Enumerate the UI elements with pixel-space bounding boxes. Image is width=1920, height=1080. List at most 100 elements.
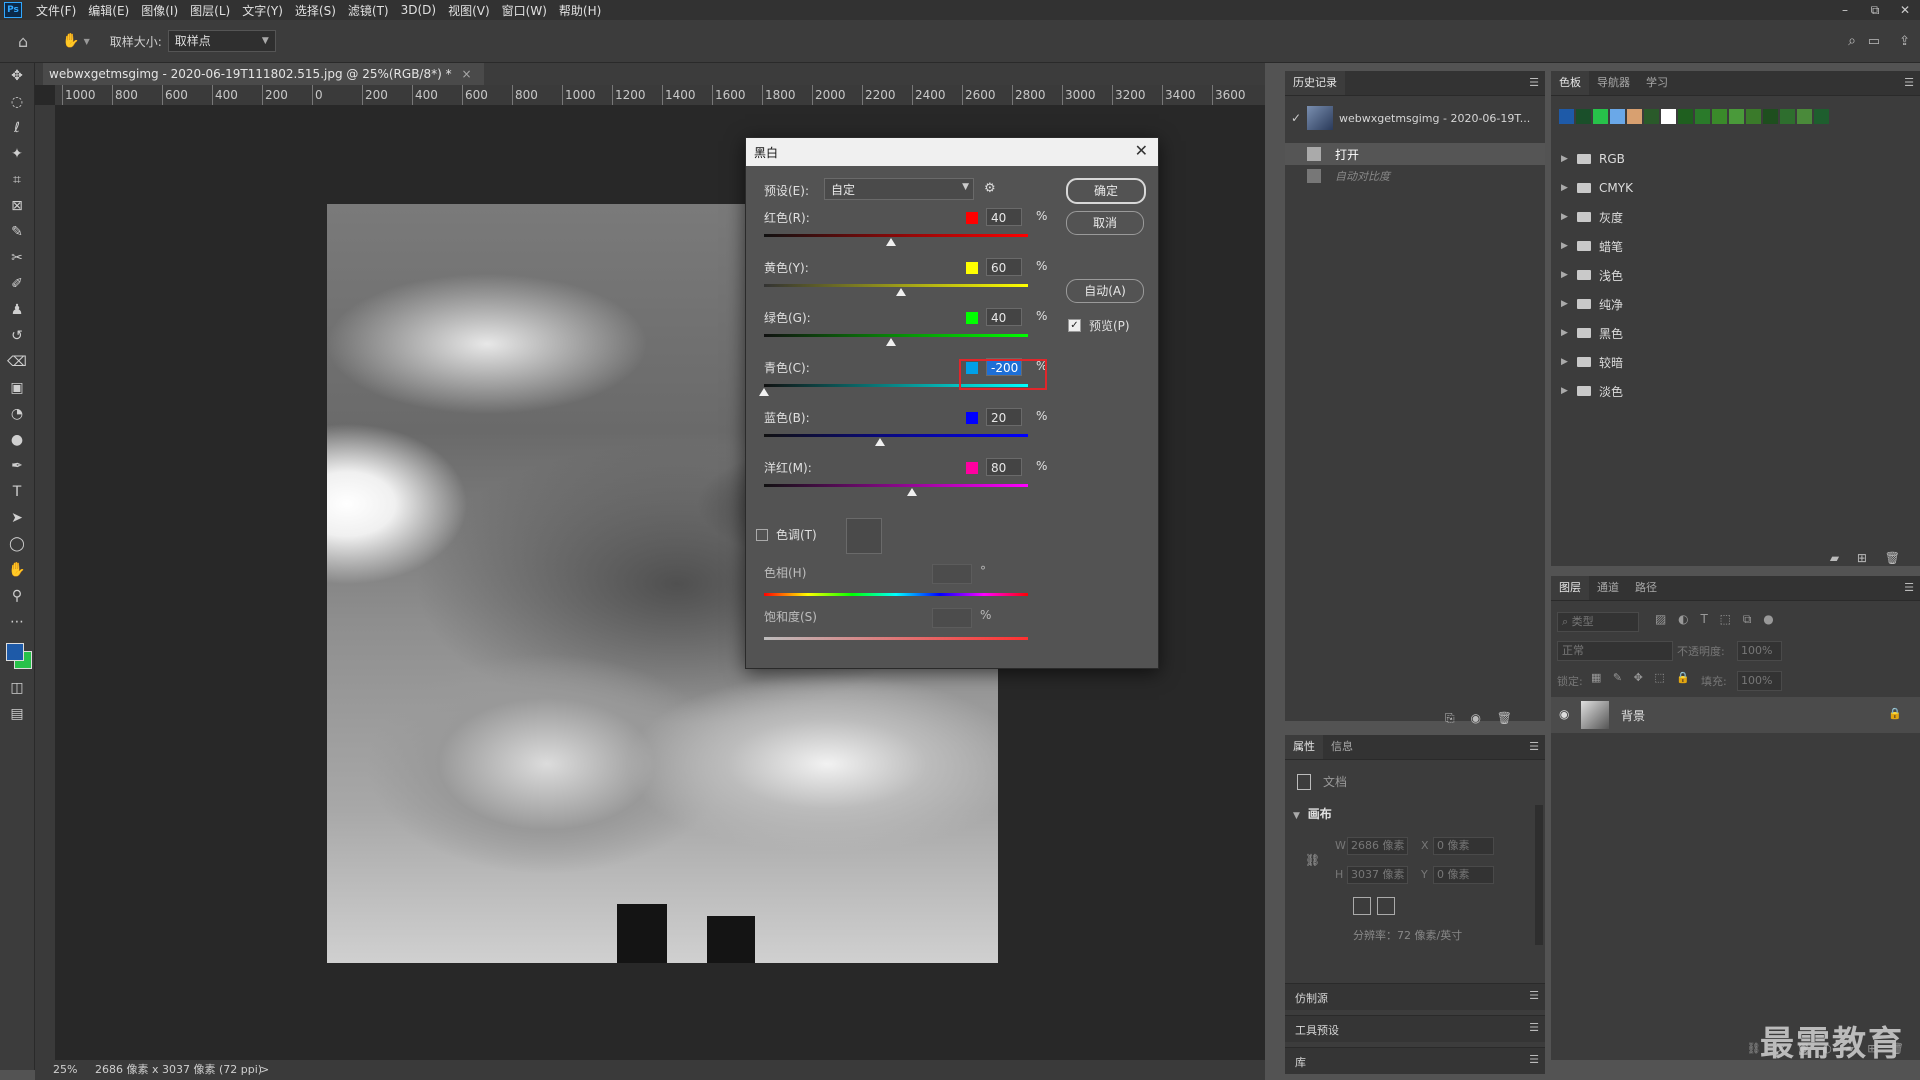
- properties-scrollbar[interactable]: [1535, 805, 1543, 945]
- lock-artboard-icon[interactable]: ⬚: [1654, 671, 1664, 684]
- menu-3d[interactable]: 3D(D): [395, 3, 442, 17]
- canvas-x-field[interactable]: 0 像素: [1433, 837, 1494, 855]
- opacity-field[interactable]: 100%: [1737, 641, 1782, 661]
- color-swatch[interactable]: [1661, 109, 1676, 124]
- portrait-orientation-icon[interactable]: [1353, 897, 1371, 915]
- tab-swatches[interactable]: 色板: [1551, 71, 1589, 95]
- lock-all-icon[interactable]: 🔒: [1676, 671, 1690, 684]
- swatch-group[interactable]: ▶ 蜡笔: [1561, 234, 1623, 258]
- link-icon[interactable]: ⛓: [1305, 853, 1320, 867]
- quick-mask-icon[interactable]: ◫: [0, 675, 34, 701]
- frame-tool-icon[interactable]: ⊠: [0, 193, 34, 219]
- type-tool-icon[interactable]: T: [0, 479, 34, 505]
- slider-thumb[interactable]: [906, 488, 917, 496]
- link-layers-icon[interactable]: ⛓: [1747, 1042, 1761, 1055]
- restore-button[interactable]: ⧉: [1860, 0, 1890, 20]
- preview-option[interactable]: ✓ 预览(P): [1068, 317, 1130, 334]
- chevron-right-icon[interactable]: ▶: [1561, 241, 1573, 251]
- color-swatch[interactable]: [1712, 109, 1727, 124]
- tint-checkbox[interactable]: [756, 528, 768, 541]
- swatch-group[interactable]: ▶ 纯净: [1561, 292, 1623, 316]
- menu-view[interactable]: 视图(V): [442, 2, 496, 19]
- canvas-width-field[interactable]: 2686 像素: [1347, 837, 1408, 855]
- menu-window[interactable]: 窗口(W): [496, 2, 553, 19]
- tab-learn[interactable]: 学习: [1638, 71, 1676, 95]
- color-swatch[interactable]: [1576, 109, 1591, 124]
- crop-tool-icon[interactable]: ⌗: [0, 167, 34, 193]
- tab-history[interactable]: 历史记录: [1285, 71, 1345, 95]
- panel-menu-icon[interactable]: ☰: [1529, 1053, 1539, 1066]
- pen-tool-icon[interactable]: ✒: [0, 453, 34, 479]
- slider-value-field[interactable]: 60: [986, 258, 1022, 276]
- trash-icon[interactable]: 🗑: [1885, 551, 1900, 565]
- slider-thumb[interactable]: [759, 388, 769, 396]
- workspace-icon[interactable]: ▭: [1868, 34, 1880, 49]
- chevron-right-icon[interactable]: ▶: [1561, 154, 1573, 164]
- color-swatch[interactable]: [1644, 109, 1659, 124]
- history-step[interactable]: 自动对比度: [1285, 165, 1545, 187]
- close-icon[interactable]: ✕: [1135, 141, 1148, 160]
- canvas-section-header[interactable]: ▼ 画布: [1293, 805, 1332, 822]
- visibility-eye-icon[interactable]: ◉: [1559, 707, 1569, 721]
- foreground-color-swatch[interactable]: [6, 643, 24, 661]
- new-swatch-icon[interactable]: ⊞: [1857, 551, 1867, 565]
- preset-select[interactable]: 自定 ▼: [824, 178, 974, 200]
- cancel-button[interactable]: 取消: [1066, 211, 1144, 235]
- color-swatch[interactable]: [1814, 109, 1829, 124]
- tool-presets-panel[interactable]: 工具预设 ☰: [1285, 1015, 1545, 1042]
- slider-thumb[interactable]: [885, 238, 896, 246]
- new-document-from-state-icon[interactable]: ⎘: [1445, 711, 1455, 725]
- stamp-tool-icon[interactable]: ♟: [0, 297, 34, 323]
- swatch-group[interactable]: ▶ 较暗: [1561, 350, 1623, 374]
- saturation-field[interactable]: [932, 608, 972, 628]
- library-panel[interactable]: 库 ☰: [1285, 1047, 1545, 1074]
- swatch-group[interactable]: ▶ 黑色: [1561, 321, 1623, 345]
- layer-filter-select[interactable]: ⌕ 类型: [1557, 612, 1639, 632]
- color-swatch[interactable]: [1593, 109, 1608, 124]
- more-tools-icon[interactable]: ⋯: [0, 609, 34, 635]
- hue-slider-track[interactable]: [764, 593, 1028, 596]
- new-group-icon[interactable]: ▰: [1830, 551, 1839, 565]
- color-swatch[interactable]: [1678, 109, 1693, 124]
- screen-mode-icon[interactable]: ▤: [0, 701, 34, 727]
- slider-value-field[interactable]: 20: [986, 408, 1022, 426]
- home-icon[interactable]: ⌂: [18, 32, 28, 51]
- swatch-group[interactable]: ▶ CMYK: [1561, 176, 1633, 200]
- hand-tool-icon[interactable]: ✋: [0, 557, 34, 583]
- slider-track[interactable]: [764, 334, 1028, 337]
- swatch-group[interactable]: ▶ 灰度: [1561, 205, 1623, 229]
- chevron-right-icon[interactable]: ▶: [1561, 270, 1573, 280]
- slider-track[interactable]: [764, 484, 1028, 487]
- slider-value-field[interactable]: 40: [986, 208, 1022, 226]
- color-swatch[interactable]: [1797, 109, 1812, 124]
- chevron-right-icon[interactable]: ▶: [1561, 183, 1573, 193]
- document-tab[interactable]: webwxgetmsgimg - 2020-06-19T111802.515.j…: [43, 63, 484, 85]
- lock-paint-icon[interactable]: ✎: [1613, 671, 1622, 684]
- ellipse-tool-icon[interactable]: ◯: [0, 531, 34, 557]
- image-filter-icon[interactable]: ▨: [1655, 612, 1666, 626]
- close-tab-icon[interactable]: ×: [461, 67, 471, 81]
- type-filter-icon[interactable]: T: [1700, 612, 1707, 626]
- sample-size-select[interactable]: 取样点 ▼: [167, 30, 276, 52]
- slider-thumb[interactable]: [896, 288, 907, 296]
- menu-filter[interactable]: 滤镜(T): [342, 2, 395, 19]
- dodge-tool-icon[interactable]: ●: [0, 427, 34, 453]
- magic-wand-tool-icon[interactable]: ✦: [0, 141, 34, 167]
- eraser-tool-icon[interactable]: ⌫: [0, 349, 34, 375]
- lasso-tool-icon[interactable]: ℓ: [0, 115, 34, 141]
- brush-source-icon[interactable]: ✓: [1285, 111, 1307, 125]
- color-swatch[interactable]: [1746, 109, 1761, 124]
- gear-icon[interactable]: ⚙: [984, 181, 996, 196]
- chevron-right-icon[interactable]: ▶: [1561, 212, 1573, 222]
- color-swatch[interactable]: [1610, 109, 1625, 124]
- panel-menu-icon[interactable]: ☰: [1529, 740, 1539, 753]
- eyedropper-icon[interactable]: ✎: [0, 219, 34, 245]
- saturation-slider-track[interactable]: [764, 637, 1028, 640]
- color-swatch[interactable]: [1627, 109, 1642, 124]
- panel-menu-icon[interactable]: ☰: [1529, 76, 1539, 89]
- slider-track[interactable]: [764, 434, 1028, 437]
- color-swatches[interactable]: [0, 635, 34, 675]
- zoom-tool-icon[interactable]: ⚲: [0, 583, 34, 609]
- trash-icon[interactable]: 🗑: [1497, 711, 1512, 725]
- healing-brush-icon[interactable]: ✂: [0, 245, 34, 271]
